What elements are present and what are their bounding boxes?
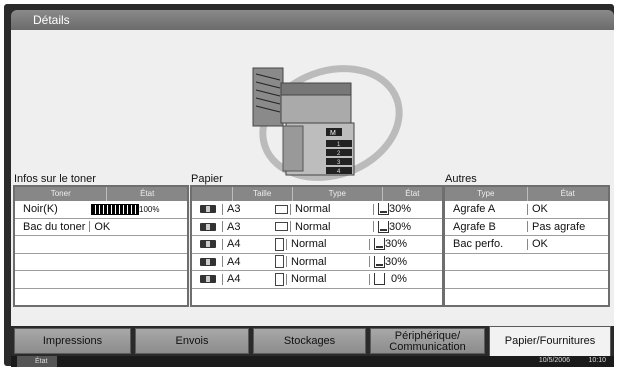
type-col-header: Type — [445, 187, 528, 201]
paper-row: A3 Normal 30% — [192, 201, 442, 219]
others-name: Agrafe B — [453, 220, 496, 233]
others-status: Pas agrafe — [532, 220, 586, 233]
status-date: 10/5/2006 — [538, 357, 570, 364]
toner-panel-title: Infos sur le toner — [14, 173, 96, 185]
others-row: Agrafe B Pas agrafe — [445, 219, 608, 236]
paper-type: Normal — [295, 203, 331, 216]
paper-landscape-icon — [275, 204, 288, 214]
toner-status: OK — [94, 220, 111, 233]
paper-size: A4 — [227, 255, 241, 268]
paper-level-icon — [374, 238, 385, 251]
others-panel-title: Autres — [445, 173, 477, 185]
tab-papier-fournitures[interactable]: Papier/Fournitures — [489, 326, 611, 356]
others-row: Bac perfo. OK — [445, 236, 608, 254]
paper-portrait-icon — [275, 272, 284, 286]
others-name: Agrafe A — [453, 203, 496, 216]
status-button[interactable]: État — [17, 356, 57, 367]
paper-level-icon — [378, 203, 389, 216]
tab-stockages[interactable]: Stockages — [253, 328, 366, 354]
paper-size: A4 — [227, 273, 241, 286]
paper-type: Normal — [291, 273, 327, 286]
toner-panel: Toner État Noir(K) 100% Bac du toner OK — [13, 185, 189, 307]
others-panel: Type État Agrafe A OK Agrafe B Pas agrafe B… — [443, 185, 610, 307]
paper-level: 30% — [385, 255, 408, 268]
title-bar: Détails — [11, 10, 614, 30]
tab-peripherique-communication[interactable]: Périphérique/ Communication — [370, 328, 485, 354]
others-row: Agrafe A OK — [445, 201, 608, 219]
toner-name: Bac du toner — [23, 220, 86, 233]
paper-type: Normal — [291, 255, 327, 268]
tab-impressions[interactable]: Impressions — [14, 328, 131, 354]
paper-row: A4 Normal 30% — [192, 236, 442, 254]
printer-illustration: M 1234 — [252, 65, 403, 181]
tray-mp-icon — [200, 275, 216, 284]
details-content: M 1234 Infos sur le toner Toner État Noir… — [11, 30, 614, 326]
paper-landscape-icon — [275, 222, 288, 232]
paper-type: Normal — [295, 220, 331, 233]
paper-panel: Taille Type État A3 Normal 30% A3 Normal 30% A… — [190, 185, 444, 307]
toner-level-label: 100% — [139, 204, 160, 214]
toner-level-bar — [91, 203, 139, 215]
status-time: 10:10 — [588, 357, 606, 364]
status-col-header: État — [560, 189, 575, 198]
state-col-header: État — [405, 189, 420, 198]
others-name: Bac perfo. — [453, 238, 504, 251]
tab-envois[interactable]: Envois — [135, 328, 249, 354]
others-status: OK — [532, 238, 548, 251]
toner-row: Noir(K) 100% — [15, 201, 187, 219]
paper-row: A4 Normal 0% — [192, 271, 442, 289]
toner-row: Bac du toner OK — [15, 219, 187, 236]
others-status: OK — [532, 203, 548, 216]
paper-panel-title: Papier — [191, 173, 223, 185]
paper-size: A4 — [227, 238, 241, 251]
tray-3-icon — [200, 240, 216, 249]
paper-level-icon — [374, 273, 385, 286]
tab-bar: Impressions Envois Stockages Périphériqu… — [11, 326, 614, 356]
type-col-header: Type — [293, 187, 383, 201]
paper-level: 30% — [389, 220, 412, 233]
paper-level: 30% — [389, 203, 412, 216]
tray-1-icon — [200, 205, 216, 214]
paper-level-icon — [378, 220, 389, 233]
toner-name: Noir(K) — [23, 203, 58, 216]
tray-2-icon — [200, 222, 216, 231]
paper-portrait-icon — [275, 255, 284, 269]
paper-row: A4 Normal 30% — [192, 254, 442, 271]
size-col-header: Taille — [233, 187, 293, 201]
tray-4-icon — [200, 257, 216, 266]
status-col-header: État — [140, 189, 155, 198]
paper-level: 30% — [385, 238, 408, 251]
window-title: Détails — [33, 13, 70, 27]
paper-level-icon — [374, 255, 385, 268]
paper-portrait-icon — [275, 237, 284, 251]
paper-size: A3 — [227, 220, 241, 233]
status-bar: État 10/5/2006 10:10 — [11, 356, 614, 367]
paper-type: Normal — [291, 238, 327, 251]
paper-level: 0% — [391, 273, 407, 286]
toner-col-header: Toner — [15, 187, 108, 201]
svg-text:M: M — [330, 130, 336, 137]
paper-size: A3 — [227, 203, 241, 216]
paper-row: A3 Normal 30% — [192, 219, 442, 236]
